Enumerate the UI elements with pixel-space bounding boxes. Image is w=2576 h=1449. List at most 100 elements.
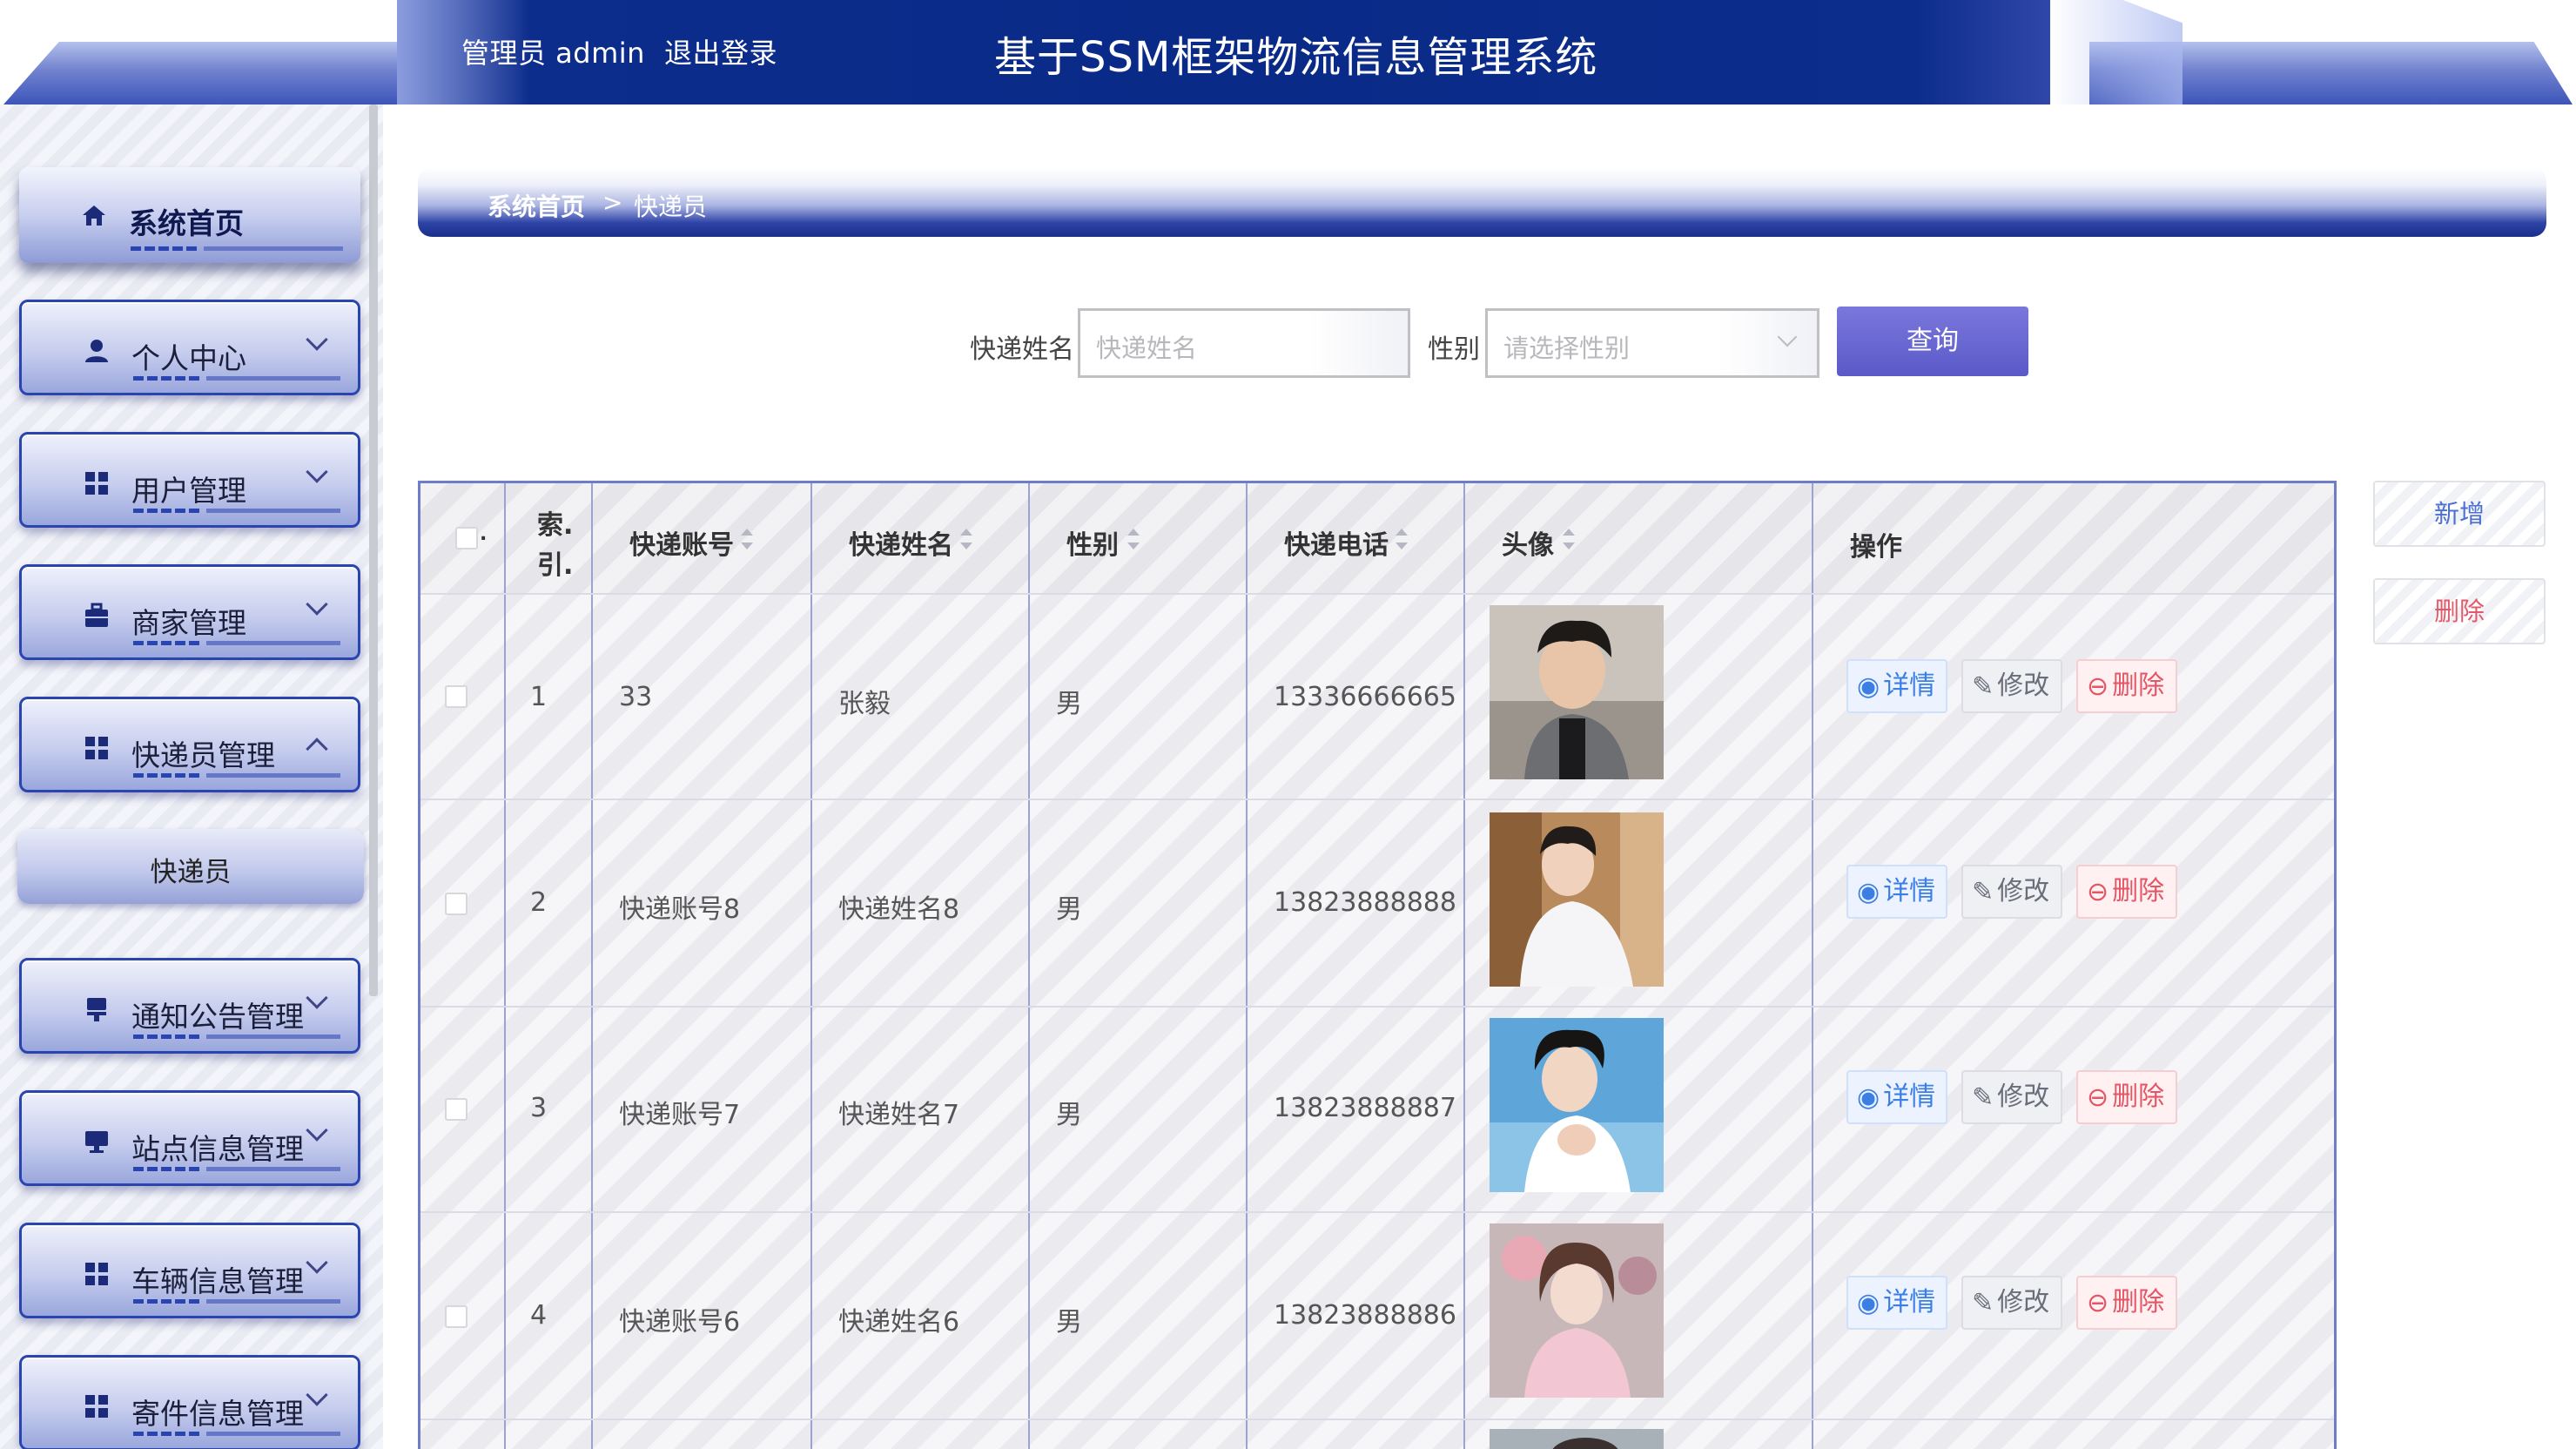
delete-button[interactable]: ⊖ 删除 (2076, 1070, 2177, 1124)
grid-icon (85, 472, 108, 495)
select-all-checkbox[interactable] (455, 527, 478, 549)
eye-icon: ◉ (1857, 671, 1880, 702)
row-checkbox[interactable] (445, 685, 467, 708)
cell-phone: 13336666665 (1274, 682, 1456, 712)
sidebar-item-personal-center[interactable]: 个人中心 (19, 300, 360, 395)
row-checkbox[interactable] (445, 893, 467, 915)
cell-account: 快递账号8 (619, 894, 741, 925)
courier-table: . 索. 引. 快递账号 快递姓名 性别 快递电话 头像 操作 1 33 张毅 … (418, 481, 2337, 1449)
row-divider (420, 1211, 2334, 1213)
sidebar-scrollbar[interactable] (369, 104, 378, 996)
detail-button[interactable]: ◉ 详情 (1846, 865, 1947, 919)
row-divider (420, 593, 2334, 595)
chevron-down-icon (306, 987, 328, 1009)
column-header-phone[interactable]: 快递电话 (1284, 523, 1389, 562)
edit-label: 修改 (1997, 1287, 2050, 1318)
detail-label: 详情 (1883, 671, 1936, 701)
minus-circle-icon: ⊖ (2087, 1287, 2109, 1318)
shop-icon (85, 603, 108, 627)
sidebar-item-station-management[interactable]: 站点信息管理 (19, 1090, 360, 1186)
edit-button[interactable]: ✎ 修改 (1961, 659, 2062, 713)
select-all-dot: . (480, 523, 488, 545)
sidebar-subitem-label: 快递员 (150, 857, 232, 888)
sidebar-item-home[interactable]: 系统首页 (19, 167, 360, 263)
sidebar-item-notice-management[interactable]: 通知公告管理 (19, 958, 360, 1054)
sidebar-item-label: 通知公告管理 (131, 1000, 304, 1034)
delete-label: 删除 (2112, 876, 2165, 906)
column-divider (591, 483, 593, 1449)
sidebar-item-label: 站点信息管理 (131, 1132, 304, 1166)
detail-button[interactable]: ◉ 详情 (1846, 1070, 1947, 1124)
edit-label: 修改 (1997, 876, 2050, 906)
person-icon (85, 340, 108, 362)
courier-avatar (1490, 812, 1664, 987)
top-header: 管理员 admin 退出登录 基于SSM框架物流信息管理系统 (0, 0, 2576, 104)
sidebar-subitem-courier[interactable]: 快递员 (17, 829, 364, 904)
sidebar-item-courier-management[interactable]: 快递员管理 (19, 697, 360, 792)
chevron-down-icon (306, 1251, 328, 1274)
sort-icon[interactable] (960, 529, 972, 549)
row-divider (420, 1419, 2334, 1420)
add-button[interactable]: 新增 (2373, 481, 2546, 547)
sort-icon[interactable] (1563, 529, 1575, 549)
column-header-operations: 操作 (1850, 532, 1902, 563)
minus-circle-icon: ⊖ (2087, 1082, 2109, 1113)
row-checkbox[interactable] (445, 1098, 467, 1121)
column-divider (1463, 483, 1465, 1449)
detail-button[interactable]: ◉ 详情 (1846, 1276, 1947, 1330)
gender-select[interactable]: 请选择性别 (1485, 308, 1819, 378)
chevron-down-icon (306, 1384, 328, 1406)
cell-name: 快递姓名6 (838, 1307, 960, 1338)
gender-select-placeholder: 请选择性别 (1503, 334, 1631, 363)
cell-gender: 男 (1056, 689, 1082, 719)
cell-name: 快递姓名7 (838, 1100, 960, 1130)
edit-button[interactable]: ✎ 修改 (1961, 1276, 2062, 1330)
sidebar-item-merchant-management[interactable]: 商家管理 (19, 564, 360, 660)
column-divider (1246, 483, 1248, 1449)
edit-button[interactable]: ✎ 修改 (1961, 1070, 2062, 1124)
home-icon (83, 206, 105, 226)
courier-name-input[interactable]: 快递姓名 (1078, 308, 1410, 378)
sidebar-item-vehicle-management[interactable]: 车辆信息管理 (19, 1223, 360, 1318)
breadcrumb-home-link[interactable]: 系统首页 (488, 188, 585, 223)
breadcrumb-current: 快递员 (634, 192, 708, 221)
chevron-down-icon (306, 593, 328, 616)
notice-icon (87, 998, 106, 1021)
delete-button[interactable]: ⊖ 删除 (2076, 659, 2177, 713)
batch-delete-button[interactable]: 删除 (2373, 578, 2546, 644)
sidebar-item-shipment-management[interactable]: 寄件信息管理 (19, 1355, 360, 1449)
detail-button[interactable]: ◉ 详情 (1846, 659, 1947, 713)
sidebar-item-label: 系统首页 (129, 206, 244, 240)
pencil-icon: ✎ (1972, 1082, 1994, 1113)
cell-name: 快递姓名8 (838, 894, 960, 925)
logout-link[interactable]: 退出登录 (664, 37, 777, 70)
breadcrumb: 系统首页 > 快递员 (418, 167, 2546, 237)
delete-button[interactable]: ⊖ 删除 (2076, 865, 2177, 919)
pencil-icon: ✎ (1972, 1287, 1994, 1318)
column-header-gender[interactable]: 性别 (1066, 523, 1119, 562)
breadcrumb-separator: > (602, 188, 623, 217)
sidebar-item-label: 个人中心 (131, 341, 246, 375)
menu-underline (133, 1299, 340, 1304)
sort-icon[interactable] (741, 529, 753, 549)
cell-account: 快递账号6 (619, 1307, 741, 1338)
column-header-name[interactable]: 快递姓名 (849, 523, 953, 562)
chevron-down-icon (306, 328, 328, 351)
menu-underline (133, 641, 340, 645)
row-checkbox[interactable] (445, 1305, 467, 1328)
detail-label: 详情 (1883, 1287, 1936, 1318)
row-divider (420, 799, 2334, 800)
sort-icon[interactable] (1396, 529, 1408, 549)
cell-account: 33 (619, 682, 653, 712)
edit-button[interactable]: ✎ 修改 (1961, 865, 2062, 919)
courier-avatar (1490, 605, 1664, 779)
eye-icon: ◉ (1857, 1287, 1880, 1318)
sort-icon[interactable] (1127, 529, 1140, 549)
cell-index: 2 (530, 887, 548, 918)
column-header-avatar[interactable]: 头像 (1502, 523, 1554, 562)
column-header-account[interactable]: 快递账号 (629, 523, 734, 562)
delete-button[interactable]: ⊖ 删除 (2076, 1276, 2177, 1330)
sidebar-item-user-management[interactable]: 用户管理 (19, 432, 360, 528)
query-button[interactable]: 查询 (1837, 307, 2028, 376)
menu-underline (133, 1035, 340, 1039)
